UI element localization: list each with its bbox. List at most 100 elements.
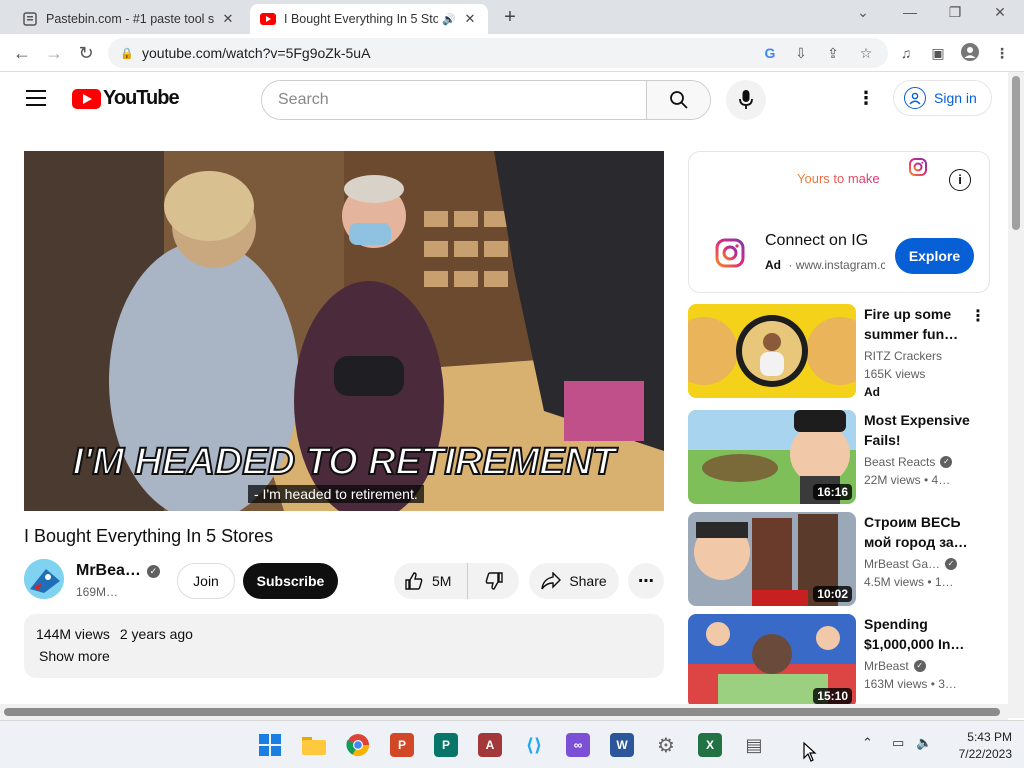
recommendation-item[interactable]: 10:02 Строим ВЕСЬ мой город за… MrBeast … <box>688 512 990 606</box>
view-count: 144M views <box>36 626 110 642</box>
browser-menu-icon[interactable]: ⋮ <box>992 43 1012 63</box>
channel-name[interactable]: MrBea… ✓ <box>76 562 160 580</box>
vertical-scroll-thumb[interactable] <box>1012 76 1020 230</box>
recommendation-title[interactable]: Most Expensive Fails! <box>864 410 972 450</box>
file-explorer-icon[interactable] <box>302 733 326 757</box>
verified-check-icon: ✓ <box>940 456 953 468</box>
sidebar-ad[interactable]: Yours to make i Connect on IG Ad · www.i… <box>688 151 990 293</box>
youtube-logo[interactable]: YouTube <box>72 87 180 110</box>
recommendation-channel[interactable]: MrBeast ✓ <box>864 659 984 673</box>
dislike-button[interactable] <box>468 571 519 591</box>
explore-button[interactable]: Explore <box>895 238 974 274</box>
forward-arrow-icon[interactable]: → <box>42 41 66 65</box>
side-panel-icon[interactable]: ▣ <box>928 43 948 63</box>
tab-pastebin[interactable]: Pastebin.com - #1 paste tool since 2002!… <box>12 4 246 34</box>
video-thumbnail[interactable] <box>688 304 856 398</box>
bookmark-star-icon[interactable]: ☆ <box>856 43 876 63</box>
video-thumbnail[interactable]: 10:02 <box>688 512 856 606</box>
search-input[interactable] <box>262 81 646 119</box>
horizontal-scrollbar[interactable] <box>0 704 1008 720</box>
settings-menu-icon[interactable]: ⋮ <box>856 88 876 112</box>
reload-icon[interactable]: ↻ <box>74 41 98 65</box>
recommendation-title[interactable]: Fire up some summer fun… <box>864 304 972 344</box>
media-control-icon[interactable]: ♫ <box>896 43 916 63</box>
video-player[interactable]: I'M HEADED TO RETIREMENT - I'm headed to… <box>24 151 664 511</box>
ad-title[interactable]: Connect on IG <box>765 232 868 250</box>
close-tab-icon[interactable]: ✕ <box>462 11 478 27</box>
subscribe-button[interactable]: Subscribe <box>243 563 338 599</box>
recommendation-title[interactable]: Строим ВЕСЬ мой город за… <box>864 512 972 552</box>
vscode-icon[interactable]: ⟨⟩ <box>522 733 546 757</box>
burned-in-caption: I'M HEADED TO RETIREMENT <box>72 440 616 484</box>
network-icon[interactable]: ▭ <box>892 735 904 751</box>
channel-avatar[interactable] <box>24 559 64 599</box>
horizontal-scroll-thumb[interactable] <box>4 708 1000 716</box>
search-box <box>261 80 711 120</box>
ad-info-icon[interactable]: i <box>949 169 971 191</box>
powerpoint-icon[interactable]: P <box>390 733 414 757</box>
recommendation-item[interactable]: 16:16 Most Expensive Fails! Beast Reacts… <box>688 410 990 504</box>
close-tab-icon[interactable]: ✕ <box>220 11 236 27</box>
tab-youtube[interactable]: I Bought Everything In 5 Stores 🔊 ✕ <box>250 4 488 34</box>
more-actions-button[interactable]: ⋯ <box>628 563 664 599</box>
recommendation-channel-text[interactable]: Beast Reacts <box>864 455 935 469</box>
join-button[interactable]: Join <box>177 563 235 599</box>
search-button[interactable] <box>646 81 710 119</box>
clock-date: 7/22/2023 <box>958 747 1012 761</box>
share-page-icon[interactable]: ⇪ <box>823 43 843 63</box>
voice-search-button[interactable] <box>726 80 766 120</box>
hamburger-menu-icon[interactable] <box>26 90 46 111</box>
settings-gear-icon[interactable]: ⚙ <box>654 733 678 757</box>
clock-time: 5:43 PM <box>967 730 1012 744</box>
access-icon[interactable]: A <box>478 733 502 757</box>
recommendation-item[interactable]: Fire up some summer fun… RITZ Crackers 1… <box>688 304 990 399</box>
vertical-scrollbar[interactable] <box>1008 72 1024 718</box>
more-options-icon[interactable]: ⋮ <box>970 306 986 326</box>
google-lens-icon[interactable]: G <box>760 43 780 63</box>
chrome-icon[interactable] <box>346 733 370 757</box>
system-clock[interactable]: 5:43 PM 7/22/2023 <box>948 729 1012 763</box>
video-thumbnail[interactable]: 15:10 <box>688 614 856 708</box>
recommendation-channel-text[interactable]: MrBeast Ga… <box>864 557 940 571</box>
like-button[interactable]: 5M <box>394 563 468 599</box>
back-arrow-icon[interactable]: ← <box>10 41 34 65</box>
profile-icon[interactable] <box>960 43 980 63</box>
browser-toolbar: ← → ↻ 🔒 youtube.com/watch?v=5Fg9oZk-5uA … <box>0 34 1024 72</box>
recommendation-channel[interactable]: MrBeast Ga… ✓ <box>864 557 984 571</box>
upload-age: 2 years ago <box>119 626 193 642</box>
install-app-icon[interactable]: ⇩ <box>791 43 811 63</box>
notepad-icon[interactable]: ▤ <box>742 733 766 757</box>
description-box[interactable]: 144M views 2 years ago Show more <box>24 614 664 678</box>
lock-icon[interactable]: 🔒 <box>120 47 134 60</box>
show-more-link[interactable]: Show more <box>36 648 652 664</box>
excel-icon[interactable]: X <box>698 733 722 757</box>
verified-check-icon: ✓ <box>146 564 160 578</box>
publisher-icon[interactable]: P <box>434 733 458 757</box>
recommendation-channel-text[interactable]: MrBeast <box>864 659 909 673</box>
recommendation-channel[interactable]: Beast Reacts ✓ <box>864 455 984 469</box>
word-icon[interactable]: W <box>610 733 634 757</box>
close-window-icon[interactable]: ✕ <box>985 4 1015 21</box>
mouse-cursor-icon <box>803 741 817 767</box>
show-hidden-icons-chevron-icon[interactable]: ⌃ <box>862 735 873 751</box>
sign-in-button[interactable]: Sign in <box>893 80 992 116</box>
new-tab-button[interactable]: + <box>498 6 522 29</box>
url-text[interactable]: youtube.com/watch?v=5Fg9oZk-5uA <box>142 45 370 61</box>
windows-start-icon[interactable] <box>258 733 282 757</box>
video-thumbnail[interactable]: 16:16 <box>688 410 856 504</box>
minimize-icon[interactable]: — <box>895 4 925 20</box>
restore-icon[interactable]: ❐ <box>940 4 970 21</box>
tab-search-chevron-icon[interactable]: ⌄ <box>848 4 878 21</box>
channel-name-text[interactable]: MrBea… <box>76 562 141 580</box>
instagram-logo-icon <box>715 238 745 273</box>
recommendation-channel[interactable]: RITZ Crackers <box>864 349 984 363</box>
volume-icon[interactable]: 🔈 <box>916 735 932 751</box>
tab-audio-icon[interactable]: 🔊 <box>442 13 456 26</box>
recommendation-item[interactable]: 15:10 Spending $1,000,000 In… MrBeast ✓ … <box>688 614 990 708</box>
visual-studio-icon[interactable]: ∞ <box>566 733 590 757</box>
share-button[interactable]: Share <box>529 563 619 599</box>
verified-check-icon: ✓ <box>945 558 958 570</box>
subscriber-count: 169M… <box>76 585 119 599</box>
youtube-favicon-icon <box>260 11 276 27</box>
recommendation-title[interactable]: Spending $1,000,000 In… <box>864 614 972 654</box>
